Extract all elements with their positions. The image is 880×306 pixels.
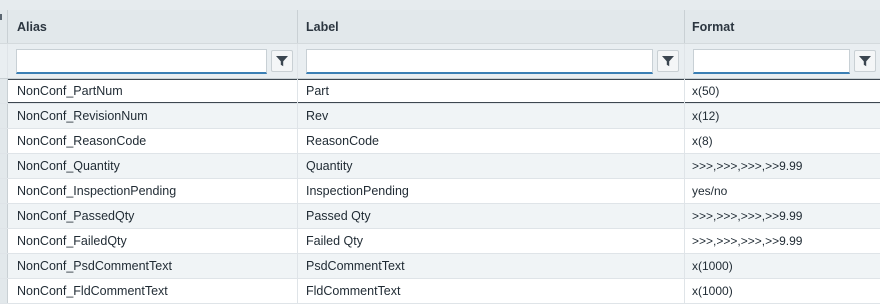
row-selector[interactable] [0, 79, 8, 103]
column-header-row: Alias Label Format [0, 10, 880, 44]
table-row[interactable]: NonConf_InspectionPending InspectionPend… [0, 179, 880, 204]
cell-format[interactable]: >>>,>>>,>>>,>>9.99 [685, 229, 880, 253]
cell-label[interactable]: Quantity [298, 154, 685, 178]
filter-button-label[interactable] [657, 50, 679, 72]
cell-alias[interactable]: NonConf_Quantity [8, 154, 298, 178]
cell-label[interactable]: InspectionPending [298, 179, 685, 203]
cell-alias[interactable]: NonConf_FldCommentText [8, 279, 298, 303]
cell-alias[interactable]: NonConf_RevisionNum [8, 104, 298, 128]
cell-format[interactable]: x(1000) [685, 254, 880, 278]
filter-cell-format [685, 44, 880, 78]
row-selector-header[interactable] [0, 10, 8, 43]
row-selector[interactable] [0, 104, 8, 128]
row-selector[interactable] [0, 279, 8, 303]
cell-label[interactable]: PsdCommentText [298, 254, 685, 278]
row-selector[interactable] [0, 154, 8, 178]
cell-label[interactable]: FldCommentText [298, 279, 685, 303]
cell-format[interactable]: x(50) [685, 79, 880, 103]
filter-cell-alias [8, 44, 298, 78]
table-row[interactable]: NonConf_Quantity Quantity >>>,>>>,>>>,>>… [0, 154, 880, 179]
filter-button-alias[interactable] [271, 50, 293, 72]
row-selector[interactable] [0, 179, 8, 203]
cell-alias[interactable]: NonConf_FailedQty [8, 229, 298, 253]
cell-alias[interactable]: NonConf_InspectionPending [8, 179, 298, 203]
cell-label[interactable]: Rev [298, 104, 685, 128]
row-selector[interactable] [0, 229, 8, 253]
filter-button-format[interactable] [854, 50, 876, 72]
column-chooser-icon [0, 14, 2, 20]
filter-input-alias[interactable] [16, 48, 267, 74]
cell-format[interactable]: x(12) [685, 104, 880, 128]
filter-input-format[interactable] [693, 48, 850, 74]
cell-format[interactable]: >>>,>>>,>>>,>>9.99 [685, 204, 880, 228]
table-row[interactable]: NonConf_PsdCommentText PsdCommentText x(… [0, 254, 880, 279]
cell-alias[interactable]: NonConf_PassedQty [8, 204, 298, 228]
row-selector[interactable] [0, 254, 8, 278]
filter-row [0, 44, 880, 79]
filter-cell-label [298, 44, 685, 78]
column-header-format[interactable]: Format [685, 10, 880, 43]
column-header-alias[interactable]: Alias [8, 10, 298, 43]
cell-label[interactable]: Part [298, 79, 685, 103]
table-row[interactable]: NonConf_PassedQty Passed Qty >>>,>>>,>>>… [0, 204, 880, 229]
cell-label[interactable]: Failed Qty [298, 229, 685, 253]
cell-format[interactable]: >>>,>>>,>>>,>>9.99 [685, 154, 880, 178]
table-row[interactable]: NonConf_FldCommentText FldCommentText x(… [0, 279, 880, 304]
data-grid: Alias Label Format NonConf_PartNum Part [0, 10, 880, 304]
table-row[interactable]: NonConf_FailedQty Failed Qty >>>,>>>,>>>… [0, 229, 880, 254]
cell-alias[interactable]: NonConf_PsdCommentText [8, 254, 298, 278]
cell-label[interactable]: Passed Qty [298, 204, 685, 228]
column-header-label[interactable]: Label [298, 10, 685, 43]
cell-alias[interactable]: NonConf_PartNum [8, 79, 298, 103]
filter-funnel-icon [276, 56, 288, 67]
table-row[interactable]: NonConf_RevisionNum Rev x(12) [0, 104, 880, 129]
table-row[interactable]: NonConf_ReasonCode ReasonCode x(8) [0, 129, 880, 154]
column-header-alias-label: Alias [17, 19, 47, 34]
row-selector[interactable] [0, 129, 8, 153]
cell-label[interactable]: ReasonCode [298, 129, 685, 153]
grid-top-strip [0, 0, 880, 10]
column-header-format-label: Format [692, 19, 735, 34]
filter-input-label[interactable] [306, 48, 653, 74]
cell-format[interactable]: x(8) [685, 129, 880, 153]
cell-alias[interactable]: NonConf_ReasonCode [8, 129, 298, 153]
cell-format[interactable]: yes/no [685, 179, 880, 203]
cell-format[interactable]: x(1000) [685, 279, 880, 303]
column-header-label-label: Label [306, 19, 339, 34]
table-row[interactable]: NonConf_PartNum Part x(50) [0, 79, 880, 104]
filter-funnel-icon [662, 56, 674, 67]
row-selector[interactable] [0, 204, 8, 228]
filter-funnel-icon [859, 56, 871, 67]
filter-row-selector [0, 44, 8, 78]
